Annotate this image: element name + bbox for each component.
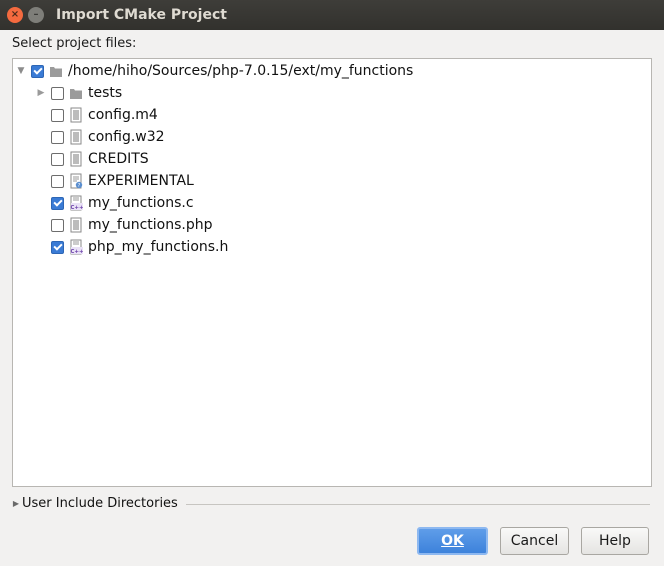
tree-root-row[interactable]: ▼ /home/hiho/Sources/php-7.0.15/ext/my_f… (15, 60, 414, 82)
checkbox-my-functions-c[interactable] (51, 196, 64, 210)
tree-row-experimental[interactable]: ? EXPERIMENTAL (51, 170, 194, 192)
svg-text:C++: C++ (70, 205, 83, 211)
window-title: Import CMake Project (56, 7, 227, 23)
tree-row-config-w32[interactable]: config.w32 (51, 126, 165, 148)
text-file-icon (70, 129, 82, 145)
tree-item-label: EXPERIMENTAL (88, 173, 194, 189)
checkbox-config-w32[interactable] (51, 130, 64, 144)
folder-icon (70, 89, 82, 99)
help-button[interactable]: Help (581, 527, 649, 555)
tree-item-label: tests (88, 85, 123, 101)
file-tree[interactable]: ▼ /home/hiho/Sources/php-7.0.15/ext/my_f… (12, 58, 652, 487)
cpp-file-icon: C++ (70, 239, 83, 255)
svg-text:?: ? (78, 183, 81, 189)
collapsed-arrow-icon[interactable]: ▶ (35, 88, 47, 98)
root-path-label: /home/hiho/Sources/php-7.0.15/ext/my_fun… (68, 63, 414, 79)
tree-item-label: my_functions.php (88, 217, 213, 233)
checkbox-php-my-functions-h[interactable] (51, 240, 64, 254)
tree-row-php-my-functions-h[interactable]: C++ php_my_functions.h (51, 236, 228, 258)
checkbox-credits[interactable] (51, 152, 64, 166)
checkbox-my-functions-php[interactable] (51, 218, 64, 232)
tree-item-label: my_functions.c (88, 195, 194, 211)
tree-row-config-m4[interactable]: config.m4 (51, 104, 158, 126)
tree-item-label: CREDITS (88, 151, 149, 167)
cancel-button[interactable]: Cancel (500, 527, 569, 555)
svg-text:C++: C++ (70, 249, 83, 255)
tree-item-label: php_my_functions.h (88, 239, 229, 255)
checkbox-config-m4[interactable] (51, 108, 64, 122)
tree-row-credits[interactable]: CREDITS (51, 148, 149, 170)
unknown-file-icon: ? (70, 173, 83, 189)
tree-row-my-functions-php[interactable]: my_functions.php (51, 214, 213, 236)
select-files-label: Select project files: (12, 36, 137, 51)
close-window-button[interactable]: × (7, 7, 23, 23)
text-file-icon (70, 217, 82, 233)
include-directories-label[interactable]: User Include Directories (22, 496, 178, 511)
text-file-icon (70, 107, 82, 123)
minimize-window-button[interactable]: – (28, 7, 44, 23)
root-checkbox[interactable] (31, 64, 44, 78)
expand-arrow-icon[interactable]: ▼ (15, 66, 27, 76)
checkbox-experimental[interactable] (51, 174, 64, 188)
tree-item-label: config.w32 (88, 129, 165, 145)
tree-item-label: config.m4 (88, 107, 158, 123)
text-file-icon (70, 151, 82, 167)
checkbox-tests[interactable] (51, 86, 64, 100)
ok-button[interactable]: OK (417, 527, 488, 555)
folder-icon (50, 67, 62, 77)
include-directories-section[interactable]: ▶ User Include Directories (12, 494, 650, 512)
tree-row-tests[interactable]: ▶ tests (35, 82, 123, 104)
section-divider (185, 503, 650, 505)
chevron-right-icon[interactable]: ▶ (12, 499, 20, 508)
tree-row-my-functions-c[interactable]: C++ my_functions.c (51, 192, 194, 214)
cpp-file-icon: C++ (70, 195, 83, 211)
title-bar: × – Import CMake Project (0, 0, 664, 30)
